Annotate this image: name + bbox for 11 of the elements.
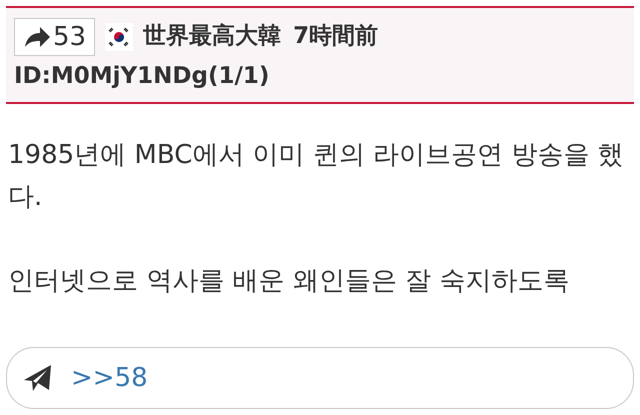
reply-box[interactable]: >>58 [6, 347, 634, 409]
post-text: 1985년에 MBC에서 이미 퀸의 라이브공연 방송을 했다. [8, 139, 625, 214]
share-count-button[interactable]: 53 [14, 18, 96, 56]
flag-icon [105, 22, 134, 51]
author-name: 世界最高大韓 [143, 23, 282, 49]
post-text: 인터넷으로 역사를 배운 왜인들은 잘 숙지하도록 [8, 265, 570, 298]
share-arrow-icon [23, 26, 51, 48]
post-time: 7時間前 [293, 23, 378, 49]
send-icon [23, 364, 53, 392]
poster-id: ID:M0MjY1NDg(1/1) [14, 63, 270, 89]
reply-field[interactable]: >>58 [71, 363, 617, 393]
